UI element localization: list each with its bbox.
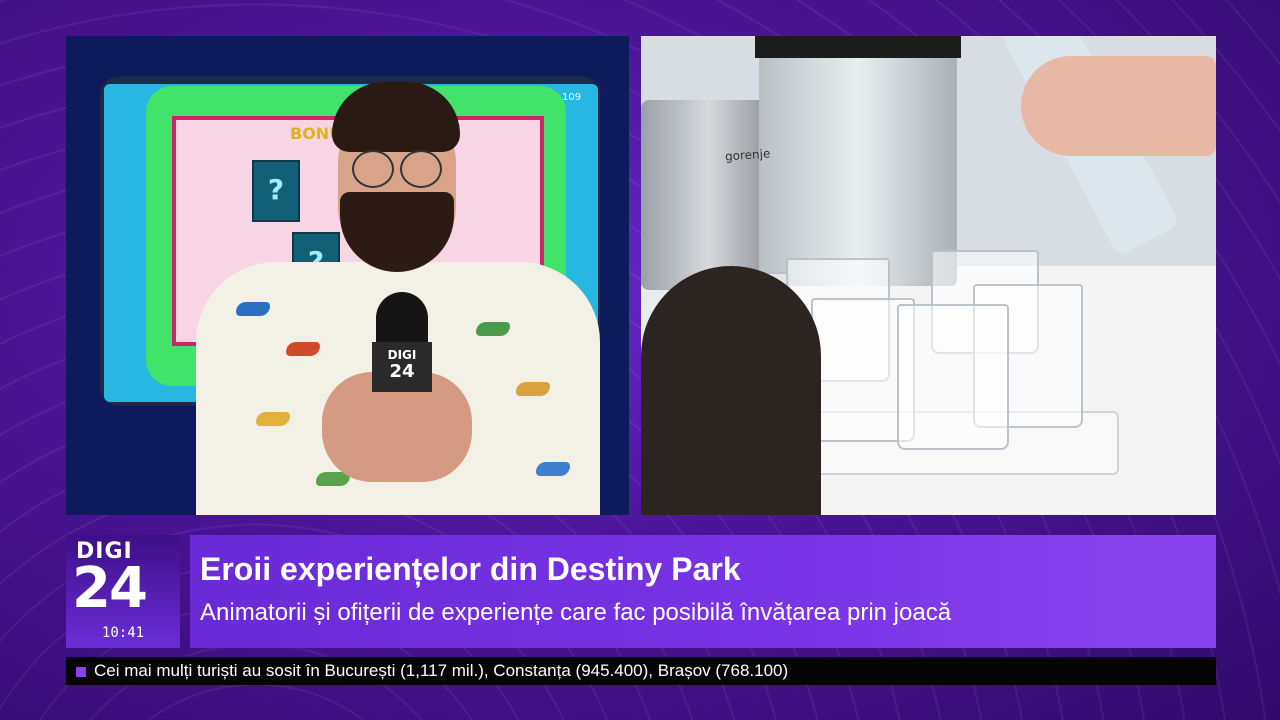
glasses-icon [400, 150, 442, 188]
kitchen-machine [641, 100, 775, 290]
dino-print [286, 342, 320, 356]
headline-title: Eroii experiențelor din Destiny Park [200, 551, 741, 587]
dino-print [256, 412, 290, 426]
channel-logo: DIGI 24 10:41 [66, 535, 180, 648]
ticker-text: Cei mai mulți turiști au sosit în Bucure… [94, 661, 789, 680]
blender-lid [755, 36, 961, 58]
glasses-icon [352, 150, 394, 188]
child-head [641, 266, 821, 515]
right-video-panel: gorenje [641, 36, 1216, 515]
dino-print [536, 462, 570, 476]
news-ticker: Cei mai mulți turiști au sosit în Bucure… [66, 657, 1216, 685]
headline-subtitle: Animatorii și ofițerii de experiențe car… [200, 599, 952, 626]
reporter: DIGI 24 [192, 72, 602, 515]
blender [759, 36, 957, 286]
reporter-hair [332, 82, 460, 152]
mic-flag: DIGI 24 [372, 342, 432, 392]
clock: 10:41 [101, 625, 145, 641]
hand [1021, 56, 1216, 156]
reporter-beard [340, 192, 454, 272]
beaker [897, 304, 1009, 450]
dino-print [516, 382, 550, 396]
mic-flag-bottom: 24 [389, 361, 415, 382]
left-video-panel: BONU 109 ? ? DIGI 24 [66, 36, 629, 515]
dino-print [476, 322, 510, 336]
headline-banner: Eroii experiențelor din Destiny Park Ani… [190, 535, 1216, 648]
ticker-bullet-icon [76, 667, 86, 677]
logo-24-text: 24 [72, 556, 148, 621]
mic-flag-top: DIGI [387, 348, 417, 362]
dino-print [236, 302, 270, 316]
